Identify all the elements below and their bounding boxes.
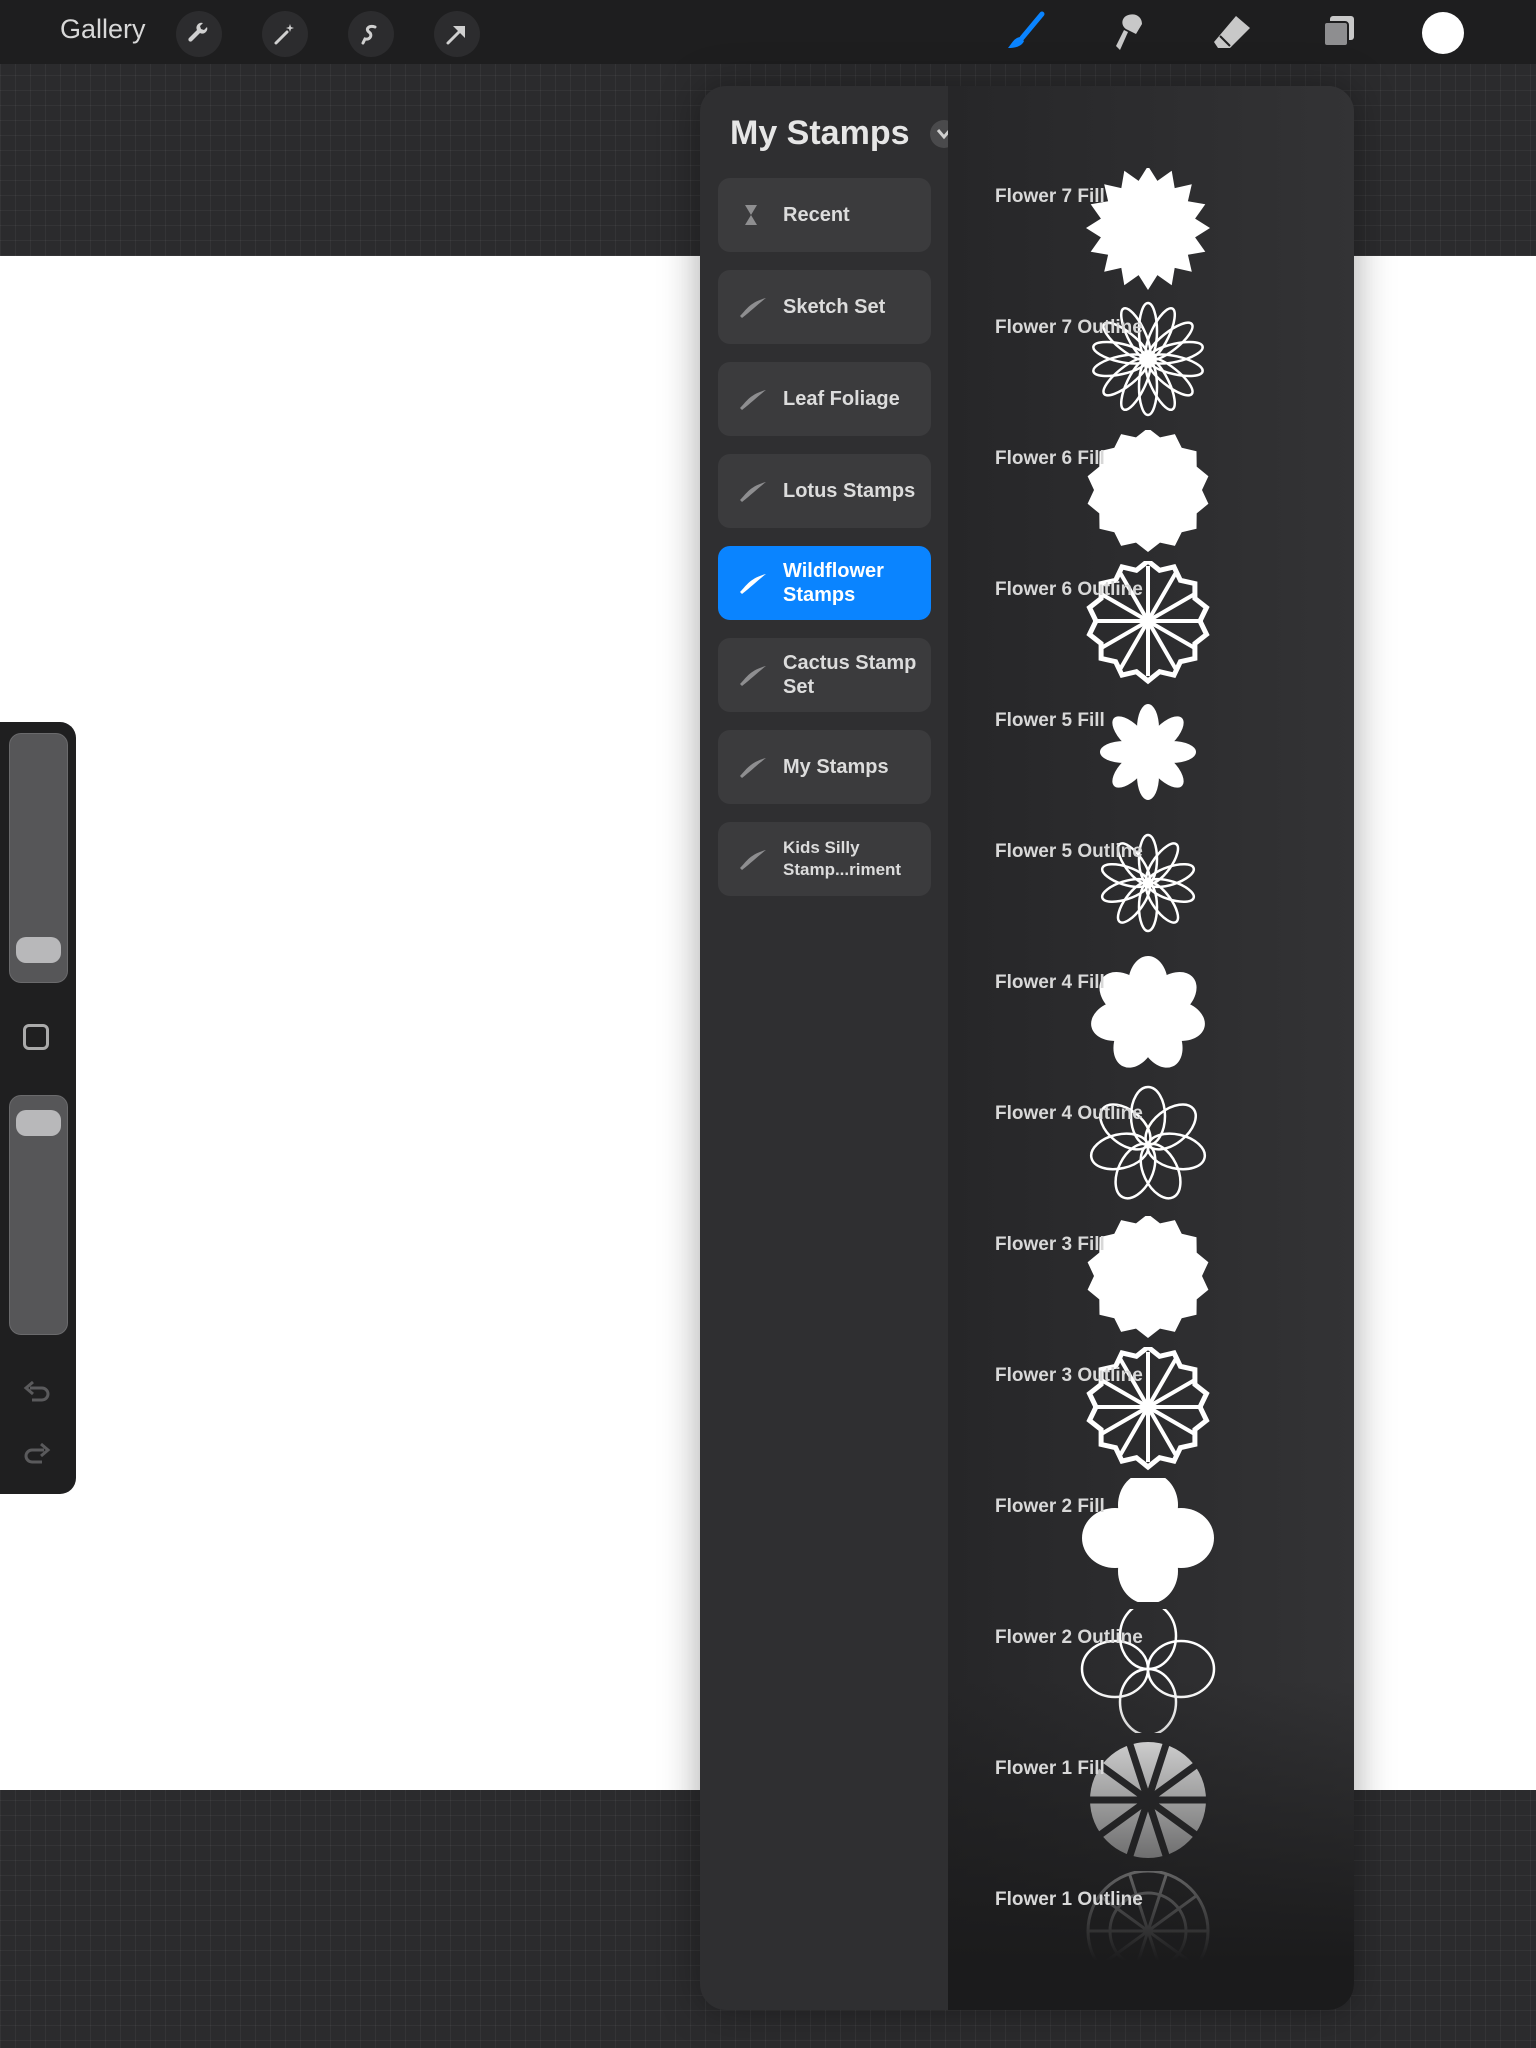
brush-item[interactable]: Flower 3 Outline xyxy=(948,1347,1354,1478)
brush-tool-button[interactable] xyxy=(1004,10,1048,54)
brush-stroke-icon xyxy=(740,758,766,778)
brush-set-label: Wildflower Stamps xyxy=(783,560,884,606)
selection-icon xyxy=(361,25,377,45)
brush-item[interactable]: Flower 5 Outline xyxy=(948,823,1354,954)
eraser-tool-button[interactable] xyxy=(1210,10,1254,54)
brush-set-item[interactable]: Cactus Stamp Set xyxy=(718,638,931,712)
brush-size-slider-thumb[interactable] xyxy=(16,937,61,964)
magic-wand-icon xyxy=(274,24,294,45)
brush-item[interactable]: Flower 3 Fill xyxy=(948,1216,1354,1347)
opacity-slider[interactable] xyxy=(9,1095,68,1335)
brush-item[interactable]: Flower 1 Outline xyxy=(948,1871,1354,2002)
brush-set-item[interactable]: Recent xyxy=(718,178,931,252)
brush-set-label: Leaf Foliage xyxy=(783,388,900,410)
adjustments-button[interactable] xyxy=(262,11,308,57)
brush-item[interactable]: Flower 5 Fill xyxy=(948,692,1354,823)
brush-name: Flower 3 Fill xyxy=(995,1234,1105,1255)
brush-set-label: Kids Silly Stamp...riment xyxy=(783,838,902,879)
brush-name: Flower 6 Fill xyxy=(995,448,1105,469)
brush-stroke-icon xyxy=(740,390,766,410)
brush-set-label: My Stamps xyxy=(783,756,889,778)
brush-set-item[interactable]: Lotus Stamps xyxy=(718,454,931,528)
brush-stroke-icon xyxy=(740,666,766,686)
brush-library-panel: My Stamps + RecentSketch SetLeaf Foliage… xyxy=(700,86,1354,2010)
brush-item[interactable]: Flower 2 Fill xyxy=(948,1478,1354,1609)
brush-name: Flower 5 Fill xyxy=(995,710,1105,731)
brush-name: Flower 3 Outline xyxy=(995,1365,1143,1386)
brush-set-item[interactable]: Wildflower Stamps xyxy=(718,546,931,620)
opacity-slider-thumb[interactable] xyxy=(16,1110,61,1136)
brush-name: Flower 4 Outline xyxy=(995,1103,1143,1124)
brush-stroke-icon xyxy=(740,850,766,870)
brush-size-slider[interactable] xyxy=(9,733,68,983)
brush-item[interactable]: Flower 7 Outline xyxy=(948,299,1354,430)
brush-set-item[interactable]: Sketch Set xyxy=(718,270,931,344)
smudge-tool-button[interactable] xyxy=(1106,10,1150,54)
brush-name: Flower 1 Fill xyxy=(995,1758,1105,1779)
smudge-icon xyxy=(1116,14,1142,50)
brush-name: Flower 7 Outline xyxy=(995,317,1143,338)
top-toolbar: Gallery xyxy=(0,0,1536,64)
brush-set-label: Lotus Stamps xyxy=(783,480,916,502)
layers-button[interactable] xyxy=(1316,10,1360,54)
brush-name: Flower 7 Fill xyxy=(995,186,1105,207)
brush-stroke-icon xyxy=(740,574,766,594)
modify-button[interactable] xyxy=(23,1024,49,1050)
brush-item[interactable]: Flower 4 Outline xyxy=(948,1085,1354,1216)
brush-item[interactable]: Flower 6 Outline xyxy=(948,561,1354,692)
brush-set-item[interactable]: Kids Silly Stamp...riment xyxy=(718,822,931,896)
brush-name: Flower 6 Outline xyxy=(995,579,1143,600)
actions-button[interactable] xyxy=(176,11,222,57)
gallery-button[interactable]: Gallery xyxy=(60,14,146,45)
brush-item[interactable]: Flower 7 Fill xyxy=(948,168,1354,299)
hourglass-icon xyxy=(745,205,757,225)
brush-item[interactable]: Flower 4 Fill xyxy=(948,954,1354,1085)
panel-title: My Stamps xyxy=(730,114,910,152)
brush-set-label: Sketch Set xyxy=(783,296,886,318)
brush-set-label: Recent xyxy=(783,204,850,226)
brush-name: Flower 5 Outline xyxy=(995,841,1143,862)
wrench-icon xyxy=(188,22,208,42)
selection-button[interactable] xyxy=(348,11,394,57)
brush-item[interactable]: Flower 2 Outline xyxy=(948,1609,1354,1740)
eraser-icon xyxy=(1214,16,1250,48)
redo-icon[interactable] xyxy=(22,1440,52,1470)
brush-item[interactable]: Flower 1 Fill xyxy=(948,1740,1354,1871)
brush-stroke-icon xyxy=(740,482,766,502)
side-toolbar xyxy=(0,722,76,1494)
undo-icon[interactable] xyxy=(22,1378,52,1408)
brush-name: Flower 2 Fill xyxy=(995,1496,1105,1517)
color-swatch[interactable] xyxy=(1422,12,1464,54)
brush-set-label: Cactus Stamp Set xyxy=(783,652,917,698)
layers-icon xyxy=(1323,16,1354,47)
transform-arrow-icon xyxy=(446,26,465,45)
brush-stroke-icon xyxy=(740,298,766,318)
brush-name: Flower 1 Outline xyxy=(995,1889,1143,1910)
brush-set-item[interactable]: My Stamps xyxy=(718,730,931,804)
brush-item[interactable]: Flower 6 Fill xyxy=(948,430,1354,561)
brush-name: Flower 4 Fill xyxy=(995,972,1105,993)
brush-list: Flower 7 Fill Flower 7 Outline Flower 6 Fi… xyxy=(948,86,1354,2010)
brush-icon xyxy=(1008,11,1045,48)
transform-button[interactable] xyxy=(434,11,480,57)
brush-set-list: Recent Sketch Set Leaf Foliage Lotus Stamps… xyxy=(718,178,931,914)
brush-set-item[interactable]: Leaf Foliage xyxy=(718,362,931,436)
brush-name: Flower 2 Outline xyxy=(995,1627,1143,1648)
